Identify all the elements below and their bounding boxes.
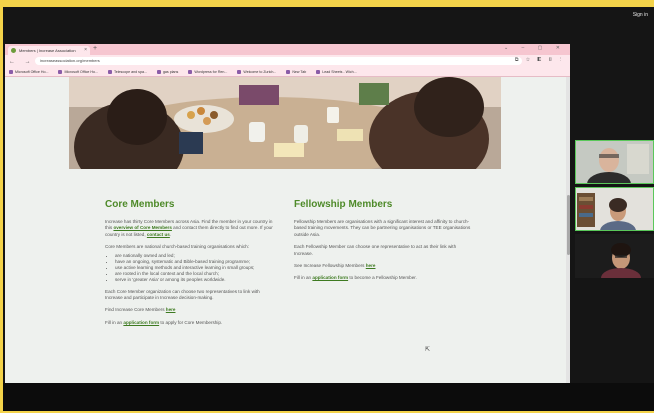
shared-screen: Sign in Members | Increase Association ×…: [3, 7, 654, 411]
close-tab-icon[interactable]: ×: [84, 47, 87, 53]
sign-in-label[interactable]: Sign in: [633, 12, 648, 18]
page-scrollbar[interactable]: [566, 77, 570, 389]
find-core-members-text: Find Increase Core Members here: [105, 307, 176, 313]
meeting-bottom-bar: [3, 383, 654, 411]
new-tab-icon[interactable]: +: [93, 45, 97, 52]
participant-video-tile[interactable]: [575, 234, 654, 278]
fellowship-application-form-link[interactable]: application form: [312, 275, 348, 280]
core-application-form-link[interactable]: application form: [123, 320, 159, 325]
scrollbar-thumb[interactable]: [566, 195, 570, 255]
tab-title: Members | Increase Association: [19, 48, 76, 53]
browser-tab[interactable]: Members | Increase Association ×: [8, 46, 90, 55]
tab-strip: Members | Increase Association × + ⌄ – ▢…: [5, 44, 570, 55]
fellowship-members-heading: Fellowship Members: [294, 199, 393, 210]
bookmark-item[interactable]: Lead Sheets - Wich...: [316, 70, 356, 74]
list-item: use active learning methods and interact…: [115, 265, 275, 271]
extension-icons[interactable]: ⧉ ☆ ◧ ▯ ⋮: [515, 57, 564, 63]
core-members-here-link[interactable]: here: [166, 307, 176, 312]
fellowship-intro-text: Fellowship Members are organisations wit…: [294, 219, 471, 237]
overview-core-members-link[interactable]: overview of Core Members: [113, 225, 171, 230]
web-page: Core Members Increase has thirty Core Me…: [5, 77, 570, 389]
mouse-cursor-icon: ⇱: [425, 347, 431, 353]
active-speaker-border: [575, 140, 654, 184]
bookmark-item[interactable]: New Tab: [286, 70, 306, 74]
tile-border: [575, 187, 654, 231]
bookmark-item[interactable]: gas plans: [157, 70, 178, 74]
core-criteria-intro: Core Members are national church-based t…: [105, 244, 250, 250]
bookmark-item[interactable]: Welcome to Zurich...: [237, 70, 276, 74]
core-representatives-text: Each Core Member organization can choose…: [105, 288, 260, 301]
core-intro-text: Increase has thirty Core Members across …: [105, 219, 273, 237]
fellowship-application-text: Fill in an application form to become a …: [294, 275, 417, 281]
participant-video-tile[interactable]: [575, 187, 654, 231]
browser-window: Members | Increase Association × + ⌄ – ▢…: [5, 44, 570, 389]
bookmark-item[interactable]: Microsoft Office Ho...: [58, 70, 97, 74]
list-item: serve in 'greater Asia' or among its peo…: [115, 277, 275, 283]
url-field[interactable]: increaseassociation.org/members: [35, 57, 522, 65]
core-application-text: Fill in an application form to apply for…: [105, 319, 223, 325]
fellowship-representative-text: Each Fellowship Member can choose one re…: [294, 244, 457, 256]
see-fellowship-members-text: See Increase Fellowship Members here: [294, 263, 376, 269]
core-members-heading: Core Members: [105, 199, 175, 210]
address-bar-row: ← → ⟳ increaseassociation.org/members ⧉ …: [5, 55, 570, 67]
hero-photo: [69, 77, 501, 169]
core-members-section: Core Members Increase has thirty Core Me…: [105, 199, 275, 332]
bookmark-item[interactable]: Telescope and spa...: [108, 70, 147, 74]
participant-video-tile[interactable]: [575, 140, 654, 184]
fellowship-members-here-link[interactable]: here: [366, 263, 376, 268]
core-criteria-list: are nationally owned and led; have an on…: [105, 253, 275, 283]
window-controls[interactable]: ⌄ – ▢ ✕: [504, 45, 566, 51]
favicon-icon: [11, 48, 16, 53]
bookmarks-bar: Microsoft Office Ho... Microsoft Office …: [5, 67, 570, 77]
bookmark-item[interactable]: Wordpress for Ren...: [188, 70, 227, 74]
contact-us-link[interactable]: contact us: [147, 232, 170, 237]
fellowship-members-section: Fellowship Members Fellowship Members ar…: [294, 199, 476, 288]
bookmark-item[interactable]: Microsoft Office Ho...: [9, 70, 48, 74]
